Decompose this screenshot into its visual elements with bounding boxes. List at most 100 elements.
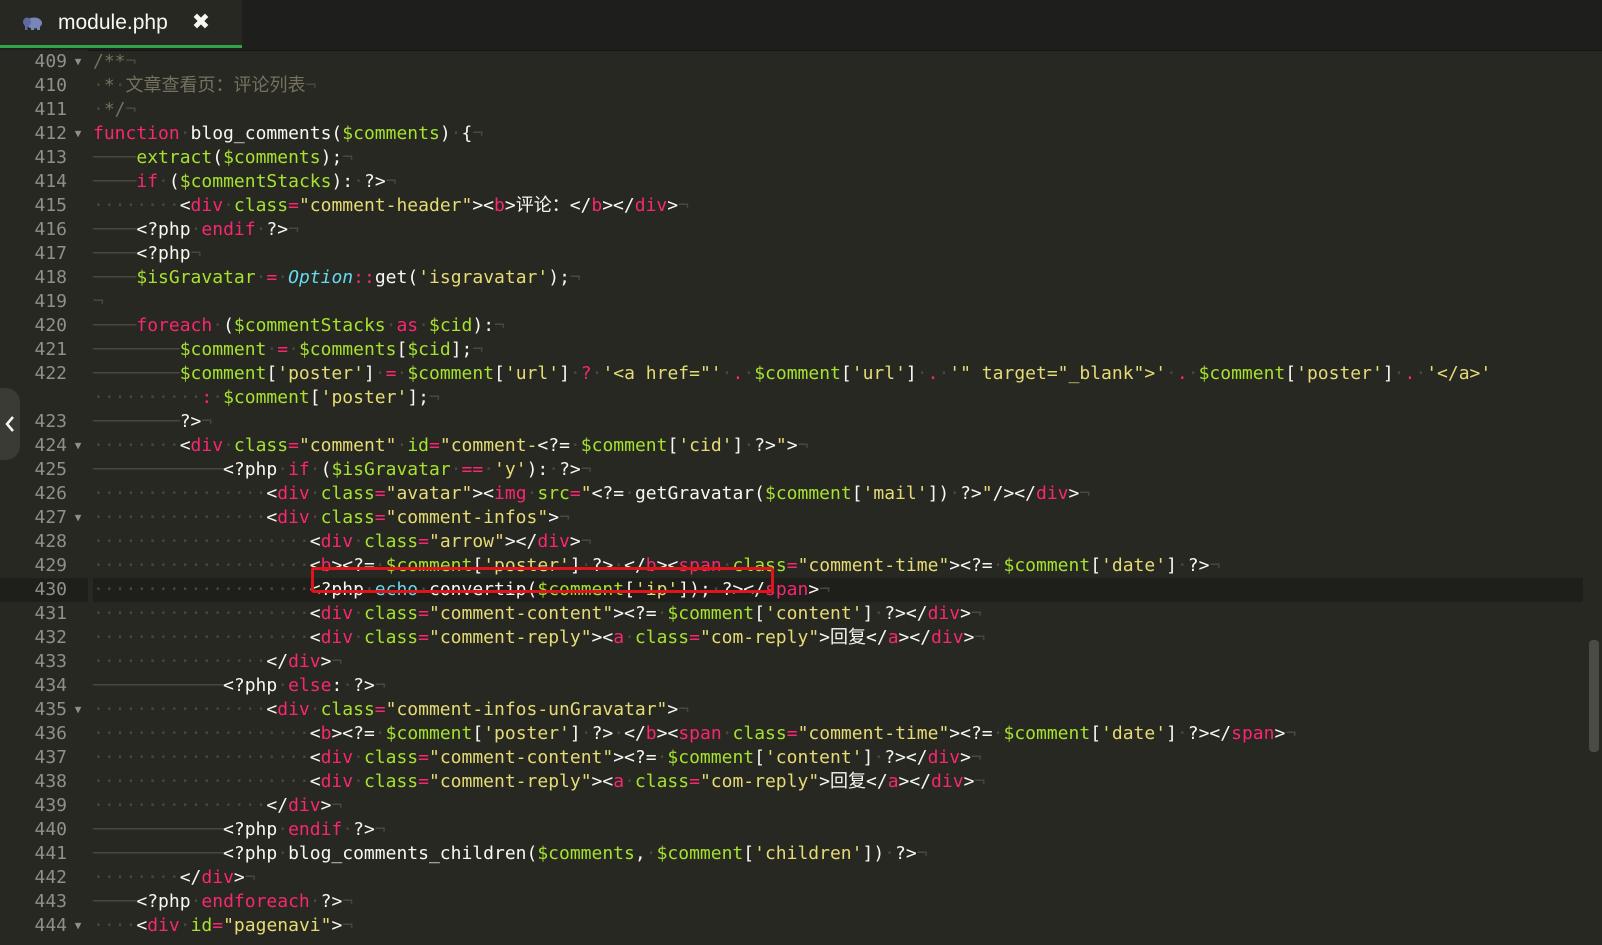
line-number: 428 <box>0 530 88 554</box>
line-number-text: 436 <box>34 723 67 744</box>
code-line[interactable]: 435 ▼ ················<div·class="comment-… <box>0 698 1602 722</box>
fold-arrow-icon[interactable]: ▼ <box>72 50 84 74</box>
code-line-text: ··········:·$comment['poster'];¬ <box>93 387 440 408</box>
line-number-text: 433 <box>34 651 67 672</box>
code-line[interactable]: 431 ····················<div·class="comme… <box>0 602 1602 626</box>
line-number: 426 <box>0 482 88 506</box>
code-line[interactable]: 421 ────────$comment·=·$comments[$cid];¬ <box>0 338 1602 362</box>
code-line[interactable]: ··········:·$comment['poster'];¬ <box>0 386 1602 410</box>
line-number: 411 <box>0 98 88 122</box>
sidebar-toggle-button[interactable] <box>0 388 20 460</box>
line-number-text: 419 <box>34 291 67 312</box>
close-icon[interactable]: ✖ <box>192 10 210 35</box>
code-line[interactable]: 444 ▼ ····<div·id="pagenavi">¬ <box>0 914 1602 938</box>
code-line-text: ·*/¬ <box>93 99 137 120</box>
line-number-text: 441 <box>34 843 67 864</box>
tab-title: module.php <box>58 10 168 34</box>
line-number: 414 <box>0 170 88 194</box>
line-number: 440 <box>0 818 88 842</box>
code-line[interactable]: 426 ················<div·class="avatar"><… <box>0 482 1602 506</box>
php-elephant-icon <box>23 17 42 30</box>
code-line-text: ········<div·class="comment"·id="comment… <box>93 435 809 456</box>
code-line[interactable]: 438 ····················<div·class="comme… <box>0 770 1602 794</box>
code-line[interactable]: 427 ▼ ················<div·class="comment-… <box>0 506 1602 530</box>
code-line[interactable]: 439 ················</div>¬ <box>0 794 1602 818</box>
code-line-text: ────────$comment['poster']·=·$comment['u… <box>93 363 1492 384</box>
code-line[interactable]: 413 ────extract($comments);¬ <box>0 146 1602 170</box>
code-line[interactable]: 430 ····················<?php·echo·conver… <box>0 578 1602 602</box>
code-line-text: ────foreach·($commentStacks·as·$cid):¬ <box>93 315 505 336</box>
code-line[interactable]: 433 ················</div>¬ <box>0 650 1602 674</box>
code-line-text: /**¬ <box>93 51 137 72</box>
code-line[interactable]: 425 ────────────<?php·if·($isGravatar·==·… <box>0 458 1602 482</box>
code-line[interactable]: 411 ·*/¬ <box>0 98 1602 122</box>
code-line[interactable]: 414 ────if·($commentStacks):·?>¬ <box>0 170 1602 194</box>
code-line[interactable]: 434 ────────────<?php·else:·?>¬ <box>0 674 1602 698</box>
line-number-text: 428 <box>34 531 67 552</box>
fold-arrow-icon[interactable]: ▼ <box>72 434 84 458</box>
line-number: 444 ▼ <box>0 914 88 938</box>
code-line[interactable]: 424 ▼ ········<div·class="comment"·id="com… <box>0 434 1602 458</box>
code-line[interactable]: 419 ¬ <box>0 290 1602 314</box>
tab-module-php[interactable]: module.php ✖ <box>0 0 242 48</box>
line-number: 420 <box>0 314 88 338</box>
vertical-scrollbar-thumb[interactable] <box>1589 640 1599 752</box>
code-line[interactable]: 418 ────$isGravatar·=·Option::get('isgrav… <box>0 266 1602 290</box>
line-number-text: 422 <box>34 363 67 384</box>
line-number: 436 <box>0 722 88 746</box>
code-line[interactable]: 437 ····················<div·class="comme… <box>0 746 1602 770</box>
code-line[interactable]: 409 ▼/**¬ <box>0 50 1602 74</box>
code-line[interactable]: 428 ····················<div·class="arrow… <box>0 530 1602 554</box>
code-line-text: ────extract($comments);¬ <box>93 147 354 168</box>
line-number: 417 <box>0 242 88 266</box>
code-line[interactable]: 410 ·*·文章查看页：评论列表¬ <box>0 74 1602 98</box>
code-line[interactable]: 420 ────foreach·($commentStacks·as·$cid):… <box>0 314 1602 338</box>
line-number-text: 438 <box>34 771 67 792</box>
code-line[interactable]: 415 ········<div·class="comment-header"><… <box>0 194 1602 218</box>
line-number: 413 <box>0 146 88 170</box>
line-number-text: 442 <box>34 867 67 888</box>
line-number-text: 431 <box>34 603 67 624</box>
line-number-text: 417 <box>34 243 67 264</box>
code-line-text: ················<div·class="comment-info… <box>93 507 570 528</box>
code-line[interactable]: 432 ····················<div·class="comme… <box>0 626 1602 650</box>
code-line-text: ····················<div·class="arrow"><… <box>93 531 592 552</box>
code-line[interactable]: 440 ────────────<?php·endif·?>¬ <box>0 818 1602 842</box>
code-line[interactable]: 412 ▼ function·blog_comments($comments)·{¬ <box>0 122 1602 146</box>
code-line[interactable]: 429 ····················<b><?=·$comment['… <box>0 554 1602 578</box>
code-line[interactable]: 441 ────────────<?php·blog_comments_child… <box>0 842 1602 866</box>
code-line[interactable]: 422 ────────$comment['poster']·=·$comment… <box>0 362 1602 386</box>
code-line[interactable]: 416 ────<?php·endif·?>¬ <box>0 218 1602 242</box>
line-number: 416 <box>0 218 88 242</box>
code-area[interactable]: 409 ▼/**¬ 410 ·*·文章查看页：评论列表¬ 411 ·*/¬ 412 ▼ func… <box>0 50 1602 945</box>
line-number-text: 418 <box>34 267 67 288</box>
code-line[interactable]: 423 ────────?>¬ <box>0 410 1602 434</box>
code-line-text: ········<div·class="comment-header"><b>评… <box>93 195 689 216</box>
code-editor[interactable]: 409 ▼/**¬ 410 ·*·文章查看页：评论列表¬ 411 ·*/¬ 412 ▼ func… <box>0 50 1602 945</box>
code-line-text: ────<?php·endif·?>¬ <box>93 219 299 240</box>
code-line[interactable]: 443 ────<?php·endforeach·?>¬ <box>0 890 1602 914</box>
line-number-text: 416 <box>34 219 67 240</box>
chevron-left-icon <box>5 416 14 432</box>
line-number: 429 <box>0 554 88 578</box>
code-line[interactable]: 436 ····················<b><?=·$comment['… <box>0 722 1602 746</box>
fold-arrow-icon[interactable]: ▼ <box>72 914 84 938</box>
line-number-text: 427 <box>34 507 67 528</box>
code-line[interactable]: 442 ········</div>¬ <box>0 866 1602 890</box>
line-number-text: 426 <box>34 483 67 504</box>
code-line-text: ················<div·class="comment-info… <box>93 699 690 720</box>
line-number-text: 412 <box>34 123 67 144</box>
code-line-text: ────────────<?php·endif·?>¬ <box>93 819 386 840</box>
code-line-text: ················</div>¬ <box>93 795 343 816</box>
fold-arrow-icon[interactable]: ▼ <box>72 506 84 530</box>
code-line-text: ····················<b><?=·$comment['pos… <box>93 723 1297 744</box>
code-line-text: ────<?php·endforeach·?>¬ <box>93 891 354 912</box>
line-number-text: 432 <box>34 627 67 648</box>
code-line[interactable]: 417 ────<?php¬ <box>0 242 1602 266</box>
line-number: 418 <box>0 266 88 290</box>
fold-arrow-icon[interactable]: ▼ <box>72 122 84 146</box>
line-number: 412 ▼ <box>0 122 88 146</box>
code-line-text: function·blog_comments($comments)·{¬ <box>93 123 484 144</box>
line-number-text: 423 <box>34 411 67 432</box>
fold-arrow-icon[interactable]: ▼ <box>72 698 84 722</box>
